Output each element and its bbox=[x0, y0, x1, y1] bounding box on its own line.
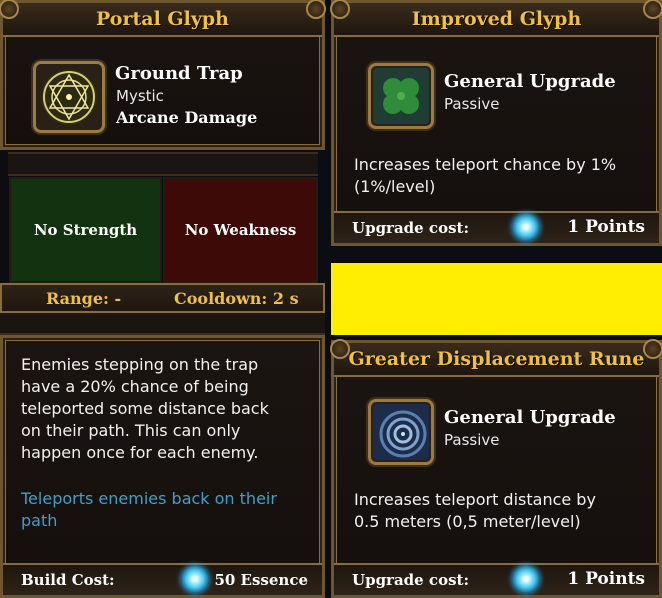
highlight-line: Teleports enemies back on their bbox=[21, 489, 277, 508]
corner-ornament-icon bbox=[330, 339, 350, 359]
description-line: happen once for each enemy. bbox=[21, 443, 259, 462]
description-panel: Enemies stepping on the trap have a 20% … bbox=[0, 335, 325, 598]
strength-box: No Strength bbox=[9, 177, 162, 283]
description-line: on their path. This can only bbox=[21, 421, 241, 440]
description-text: Enemies stepping on the trap have a 20% … bbox=[21, 354, 269, 464]
upgrade-cost-value: 1 Points bbox=[567, 217, 645, 237]
upgrade-cost-footer: Upgrade cost: 1 Points bbox=[334, 563, 659, 595]
upgrade-description-line: Increases teleport distance by bbox=[354, 490, 596, 509]
portal-glyph-icon bbox=[41, 69, 97, 125]
essence-gem-icon bbox=[181, 565, 209, 593]
range-text: Range: - bbox=[46, 289, 122, 308]
separator-strip bbox=[8, 152, 318, 176]
upgrade-description: Increases teleport chance by 1% (1%/leve… bbox=[354, 154, 616, 198]
highlight-text: Teleports enemies back on their path bbox=[21, 488, 277, 532]
upgrade-cost-footer: Upgrade cost: 1 Points bbox=[334, 211, 659, 243]
upgrade-description-line: Increases teleport chance by 1% bbox=[354, 155, 617, 174]
description-line: Enemies stepping on the trap bbox=[21, 355, 259, 374]
portal-glyph-header-panel: Portal Glyph Ground Trap Mystic Arcane D… bbox=[0, 0, 326, 150]
weakness-label: No Weakness bbox=[184, 221, 297, 239]
corner-ornament-icon bbox=[643, 339, 662, 359]
weakness-box: No Weakness bbox=[163, 177, 318, 283]
upgrade-name: General Upgrade bbox=[444, 71, 616, 92]
build-cost-footer: Build Cost: 50 Essence bbox=[3, 563, 322, 595]
upgrade-cost-label: Upgrade cost: bbox=[352, 571, 469, 589]
upgrade-type: Passive bbox=[444, 431, 500, 449]
upgrade-type: Passive bbox=[444, 95, 500, 113]
upgrade-icon-frame[interactable] bbox=[368, 399, 434, 465]
upgrade-panel-greater-displacement-rune[interactable]: Greater Displacement Rune General Upgrad… bbox=[330, 339, 662, 598]
description-line: teleported some distance back bbox=[21, 399, 269, 418]
ornament-strip bbox=[0, 313, 325, 335]
corner-ornament-icon bbox=[643, 0, 662, 19]
stats-bar: Range: - Cooldown: 2 s bbox=[0, 283, 325, 313]
description-line: have a 20% chance of being bbox=[21, 377, 249, 396]
ability-type: Mystic bbox=[116, 87, 164, 105]
build-cost-label: Build Cost: bbox=[21, 571, 115, 589]
upgrade-description-line: (1%/level) bbox=[354, 177, 436, 196]
cooldown-text: Cooldown: 2 s bbox=[174, 289, 299, 308]
upgrade-title: Greater Displacement Rune bbox=[334, 343, 659, 377]
upgrade-name: General Upgrade bbox=[444, 407, 616, 428]
clover-icon bbox=[373, 68, 429, 124]
upgrade-icon-frame[interactable] bbox=[368, 63, 434, 129]
point-gem-icon bbox=[512, 213, 540, 241]
upgrade-description-line: 0.5 meters (0,5 meter/level) bbox=[354, 512, 581, 531]
upgrade-description: Increases teleport distance by 0.5 meter… bbox=[354, 489, 596, 533]
strength-label: No Strength bbox=[33, 221, 138, 239]
highlight-block bbox=[331, 263, 662, 335]
spiral-rune-icon bbox=[373, 404, 429, 460]
point-gem-icon bbox=[512, 565, 540, 593]
upgrade-panel-improved-glyph[interactable]: Improved Glyph General Upgrade Passive I… bbox=[330, 0, 662, 246]
build-cost-value: 50 Essence bbox=[214, 571, 308, 589]
ability-name: Ground Trap bbox=[115, 63, 243, 84]
ability-icon-frame[interactable] bbox=[33, 61, 105, 133]
highlight-line: path bbox=[21, 511, 58, 530]
upgrade-cost-value: 1 Points bbox=[567, 569, 645, 589]
damage-type: Arcane Damage bbox=[116, 108, 258, 127]
upgrade-cost-label: Upgrade cost: bbox=[352, 219, 469, 237]
corner-ornament-icon bbox=[306, 0, 326, 19]
upgrade-title: Improved Glyph bbox=[334, 3, 659, 37]
corner-ornament-icon bbox=[330, 0, 350, 19]
panel-title: Portal Glyph bbox=[3, 3, 322, 37]
